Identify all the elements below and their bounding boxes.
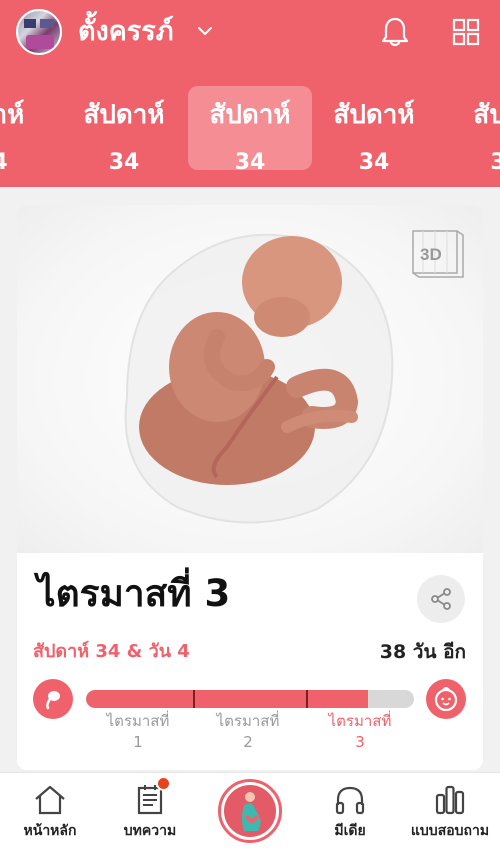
week-tab-number: 34	[358, 150, 390, 171]
home-icon	[35, 785, 65, 815]
week-tab-active[interactable]: สัปดาห์ 34	[188, 86, 312, 171]
pregnancy-progress-bar	[86, 690, 414, 708]
grid-icon[interactable]	[452, 18, 480, 46]
avatar[interactable]	[16, 9, 62, 55]
nav-home[interactable]: หน้าหลัก	[0, 773, 100, 848]
nav-articles[interactable]: บทความ	[100, 773, 200, 848]
headphones-icon	[335, 786, 365, 815]
nav-label: แบบสอบถาม	[410, 823, 490, 839]
trimester-step-2: ไตรมาสที่ 2	[193, 711, 303, 753]
3d-view-icon[interactable]: 3D	[409, 227, 467, 279]
app-header: ตั้งครรภ์ ดาห์ 4 สัปดาห์ 34 สัปดาห์ 34	[0, 0, 500, 187]
3d-badge-text: 3D	[420, 245, 442, 264]
week-tab[interactable]: สัปด 3	[436, 86, 500, 171]
bar-chart-icon	[435, 785, 465, 815]
trimester-title: ไตรมาสที่ 3	[37, 572, 231, 615]
baby-face-icon	[426, 679, 466, 719]
profile-name[interactable]: ตั้งครรภ์	[78, 13, 174, 51]
nav-label: บทความ	[123, 823, 177, 839]
trimester-step-1: ไตรมาสที่ 1	[83, 711, 193, 753]
seed-icon	[33, 679, 73, 719]
week-tab-number: 3	[490, 150, 500, 171]
week-tab-number: 4	[0, 150, 62, 171]
nav-label: มีเดีย	[334, 823, 366, 839]
share-icon	[431, 588, 451, 610]
notification-dot	[156, 776, 171, 791]
week-tab[interactable]: สัปดาห์ 34	[62, 86, 186, 171]
week-tab-number: 34	[234, 150, 266, 171]
pregnancy-icon	[224, 785, 276, 837]
trimester-step-label: ไตรมาสที่	[106, 712, 170, 730]
week-tabs: ดาห์ 4 สัปดาห์ 34 สัปดาห์ 34 สัปดาห์ 34 …	[0, 86, 500, 171]
trimester-divider	[192, 690, 195, 708]
week-tab[interactable]: ดาห์ 4	[0, 86, 62, 171]
pregnancy-center-button[interactable]	[218, 779, 282, 843]
week-tab[interactable]: สัปดาห์ 34	[312, 86, 436, 171]
chevron-down-icon[interactable]	[196, 22, 214, 40]
trimester-step-label: ไตรมาสที่	[216, 712, 280, 730]
nav-media[interactable]: มีเดีย	[300, 773, 400, 848]
bottom-navigation: หน้าหลัก บทความ มีเดีย แบบสอบถาม	[0, 772, 500, 848]
days-remaining: 38 วัน อีก	[379, 641, 466, 663]
trimester-step-number: 1	[133, 733, 143, 751]
top-bar: ตั้งครรภ์	[0, 0, 500, 66]
fetus-illustration	[124, 233, 394, 524]
week-tab-number: 34	[108, 150, 140, 171]
nav-survey[interactable]: แบบสอบถาม	[400, 773, 500, 848]
week-tab-label: สัปดาห์	[333, 100, 415, 130]
bell-icon[interactable]	[380, 16, 410, 48]
fetus-image[interactable]: 3D	[17, 205, 483, 553]
week-tab-label: สัปดาห์	[209, 100, 291, 130]
trimester-divider	[305, 690, 308, 708]
trimester-step-3: ไตรมาสที่ 3	[305, 711, 415, 753]
week-day-label: สัปดาห์ 34 & วัน 4	[33, 641, 190, 662]
share-button[interactable]	[417, 575, 465, 623]
week-tab-label: ดาห์	[0, 100, 25, 130]
trimester-step-number: 2	[243, 733, 253, 751]
nav-label: หน้าหลัก	[23, 823, 77, 839]
progress-fill	[86, 690, 369, 708]
trimester-step-number: 3	[355, 733, 365, 751]
pregnancy-card: 3D ไตรมาสที่ 3 สัปดาห์ 34 & วัน 4 38 วัน…	[17, 205, 483, 770]
trimester-step-label: ไตรมาสที่	[328, 712, 392, 730]
week-tab-label: สัปดาห์	[83, 100, 165, 130]
week-tab-label: สัปด	[473, 100, 500, 130]
